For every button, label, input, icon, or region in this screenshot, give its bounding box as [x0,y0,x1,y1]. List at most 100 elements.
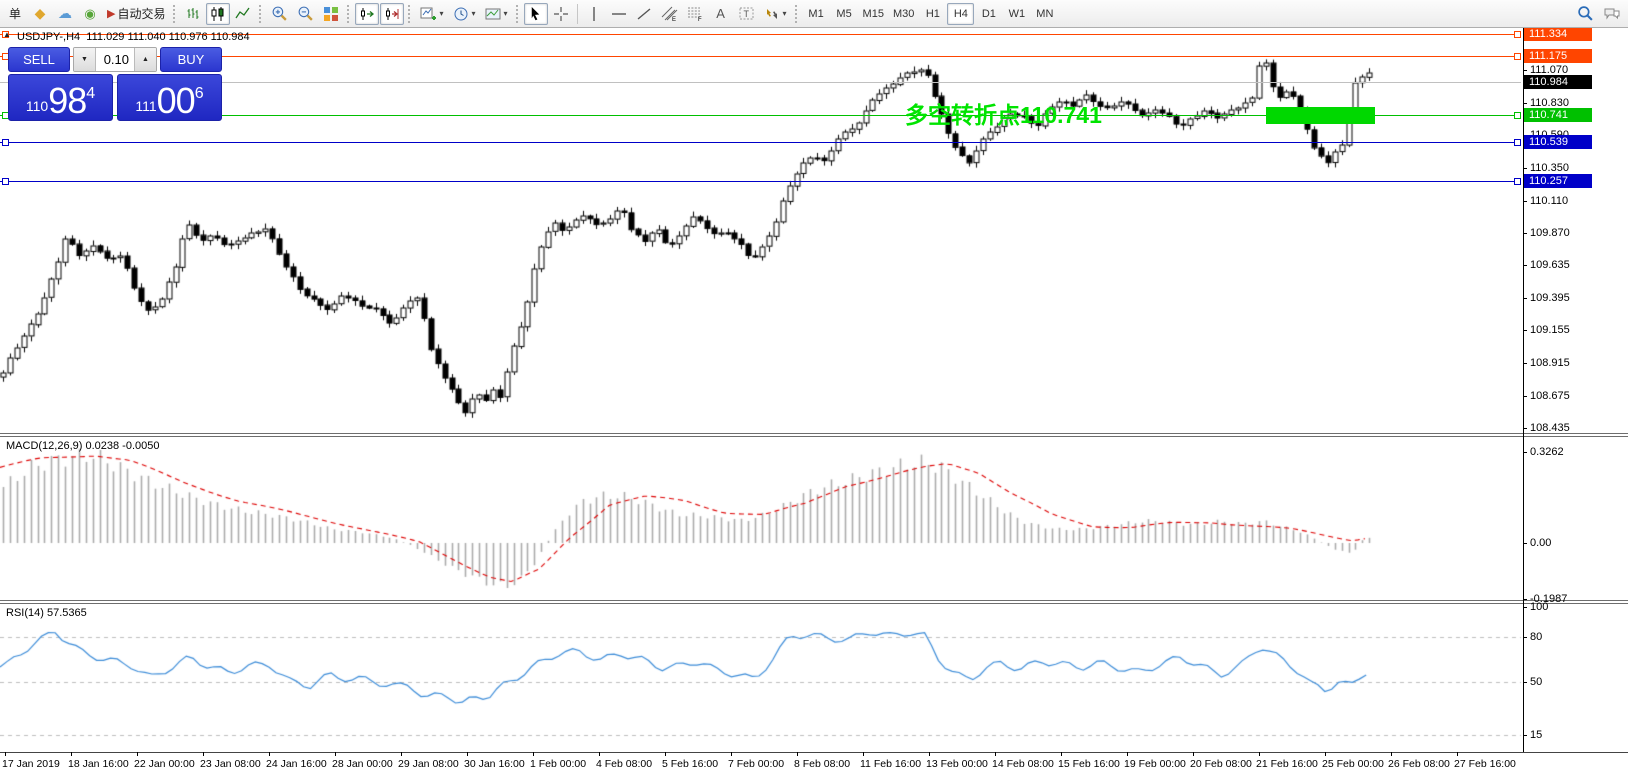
signals-button[interactable]: ◉ [78,3,102,25]
zoom-out-icon [297,5,314,22]
fibonacci-button[interactable]: F [683,3,708,25]
price-tag: 110.984 [1524,75,1592,89]
text-label-button[interactable]: T [734,3,759,25]
auto-scroll-icon [359,6,375,22]
tile-windows-button[interactable] [319,3,343,25]
time-label: 22 Jan 00:00 [134,758,195,770]
new-order-label: 单 [9,5,21,22]
zoom-out-button[interactable] [293,3,318,25]
toolbar-grip [516,5,520,23]
timeframe-m30[interactable]: M30 [889,3,918,25]
sell-price-button[interactable]: 110 98 4 [8,74,113,121]
green-zone-rectangle[interactable] [1266,107,1375,124]
zoom-in-button[interactable] [267,3,292,25]
timeframe-m5[interactable]: M5 [831,3,858,25]
pivot-annotation[interactable]: 多空转折点110.741 [905,96,1102,130]
axis-tick-label: 0.3262 [1530,446,1564,458]
line-handle[interactable] [2,178,9,185]
time-label: 24 Jan 16:00 [266,758,327,770]
horizontal-line-object[interactable] [0,181,1521,182]
axis-tick [1523,428,1527,429]
line-handle[interactable] [1514,139,1521,146]
horizontal-line-object[interactable] [0,56,1521,57]
autotrade-button[interactable]: ▶ 自动交易 [103,3,169,25]
sell-button[interactable]: SELL [8,47,70,72]
chevron-down-icon: ▾ [439,9,443,18]
line-handle[interactable] [2,139,9,146]
auto-scroll-button[interactable] [355,3,379,25]
line-handle[interactable] [1514,178,1521,185]
new-order-button[interactable]: 单 [3,3,27,25]
chart-shift-icon [384,6,400,22]
vertical-line-button[interactable] [582,3,606,25]
text-icon: A [716,6,725,21]
bar-chart-button[interactable] [181,3,205,25]
tile-windows-icon [323,6,339,22]
equidistant-channel-button[interactable]: E [657,3,682,25]
arrows-shapes-button[interactable]: ▾ [760,3,791,25]
crosshair-button[interactable] [549,3,573,25]
horizontal-line-object[interactable] [0,82,1521,83]
time-label: 29 Jan 08:00 [398,758,459,770]
new-chart-button[interactable]: ▾ [416,3,447,25]
time-tick [137,752,138,756]
sell-price-pips: 98 [48,83,86,119]
chat-icon [1603,6,1621,22]
line-handle[interactable] [1514,31,1521,38]
pane-separator[interactable] [0,436,1628,437]
timeframe-d1[interactable]: D1 [975,3,1002,25]
timeframe-h4[interactable]: H4 [947,3,974,25]
axis-tick [1523,265,1527,266]
sell-price-big-figure: 110 [26,98,48,114]
periods-button[interactable]: ▾ [449,3,480,25]
time-tick [731,752,732,756]
text-button[interactable]: A [709,3,733,25]
line-handle[interactable] [1514,112,1521,119]
one-click-collapse-icon[interactable]: ▲ [3,30,11,39]
market-button[interactable]: ◆ [28,3,52,25]
timeframe-m1[interactable]: M1 [803,3,830,25]
axis-tick-label: 108.915 [1530,357,1570,369]
chat-button[interactable] [1599,3,1625,25]
mql5-community-button[interactable]: ☁ [53,3,77,25]
axis-tick-label: 109.635 [1530,259,1570,271]
time-label: 8 Feb 08:00 [794,758,850,770]
toolbar-grip [795,5,799,23]
axis-tick-label: 50 [1530,676,1542,688]
templates-button[interactable]: ▾ [481,3,512,25]
horizontal-line-object[interactable] [0,142,1521,143]
timeframe-w1[interactable]: W1 [1003,3,1030,25]
search-button[interactable] [1573,3,1598,25]
axis-tick [1523,599,1527,600]
new-chart-icon [420,6,436,22]
time-label: 25 Feb 00:00 [1322,758,1384,770]
pane-separator[interactable] [0,600,1628,601]
pane-separator[interactable] [0,603,1628,604]
timeframe-m15[interactable]: M15 [859,3,888,25]
chart-canvas[interactable] [0,28,1523,752]
line-chart-button[interactable] [231,3,255,25]
pane-separator[interactable] [0,433,1628,434]
time-tick [5,752,6,756]
volume-value[interactable]: 0.10 [96,48,134,71]
trendline-button[interactable] [632,3,656,25]
volume-increase-button[interactable]: ▲ [134,48,156,71]
buy-price-button[interactable]: 111 00 6 [117,74,222,121]
candlestick-chart-button[interactable] [206,3,230,25]
buy-button[interactable]: BUY [160,47,222,72]
chart-shift-button[interactable] [380,3,404,25]
axis-tick [1523,452,1527,453]
zoom-in-icon [271,5,288,22]
equidistant-channel-icon: E [661,5,678,22]
volume-decrease-button[interactable]: ▼ [74,48,96,71]
timeframe-mn[interactable]: MN [1031,3,1058,25]
market-icon: ◆ [35,5,46,22]
line-handle[interactable] [1514,53,1521,60]
text-label-icon: T [738,5,755,22]
buy-price-big-figure: 111 [135,98,156,114]
toolbar-grip [259,5,263,23]
horizontal-line-button[interactable] [607,3,631,25]
svg-text:E: E [672,17,676,22]
timeframe-h1[interactable]: H1 [919,3,946,25]
cursor-button[interactable] [524,3,548,25]
